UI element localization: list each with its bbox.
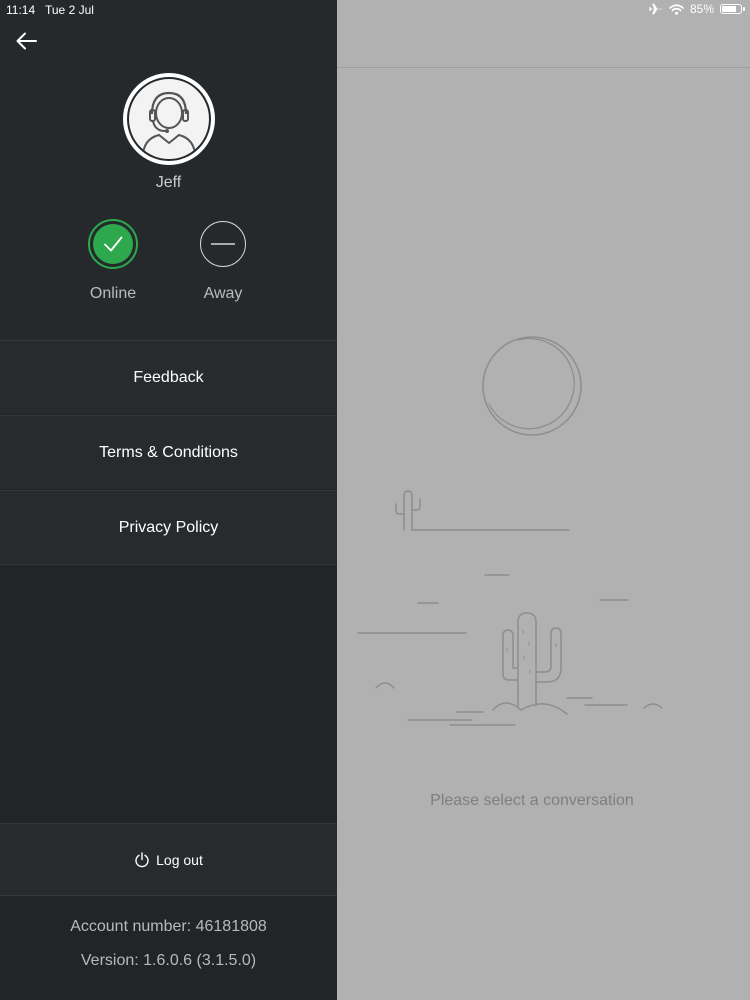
away-status-circle [200,221,246,267]
status-away-label: Away [203,285,243,302]
user-name: Jeff [155,174,182,191]
logout-button[interactable]: Log out [0,823,337,896]
conversation-pane: Please select a conversation [337,0,750,1000]
headset-agent-icon [142,91,196,158]
battery-percent: 85% [689,2,714,16]
status-bar: 11:14 Tue 2 Jul 85% [0,0,750,20]
status-time: 11:14 [6,3,36,17]
menu-item-privacy[interactable]: Privacy Policy [0,490,337,565]
empty-state-message: Please select a conversation [430,792,634,809]
check-icon [104,236,123,252]
power-icon [135,851,149,867]
account-info: Account number: 46181808 Version: 1.6.0.… [0,918,337,986]
avatar-image [127,77,211,161]
status-right: 85% [649,2,745,16]
airplane-icon [649,3,663,15]
online-status-circle [88,219,138,269]
menu-item-feedback[interactable]: Feedback [0,340,337,414]
logout-label: Log out [156,851,203,868]
status-online-button[interactable]: Online [68,219,158,303]
profile-section: Jeff Online Away [0,0,337,340]
account-number: Account number: 46181808 [70,918,267,935]
app-screen: 11:14 Tue 2 Jul 85% Jeff Online Away Fee… [0,0,750,1000]
wifi-icon [669,3,684,15]
battery-level [722,6,737,12]
status-date: Tue 2 Jul [45,3,94,17]
sidebar: Jeff Online Away Feedback Terms & Condit… [0,0,337,1000]
menu-item-terms[interactable]: Terms & Conditions [0,415,337,489]
online-status-fill [93,224,133,264]
back-button[interactable] [14,28,42,54]
avatar[interactable] [123,73,215,165]
battery-icon [720,4,745,14]
arrow-left-icon [16,32,37,50]
minus-icon [211,243,235,245]
status-away-button[interactable]: Away [178,219,268,303]
app-version: Version: 1.6.0.6 (3.1.5.0) [80,952,257,969]
status-online-label: Online [89,285,137,302]
desert-cactus-illustration [357,336,663,726]
